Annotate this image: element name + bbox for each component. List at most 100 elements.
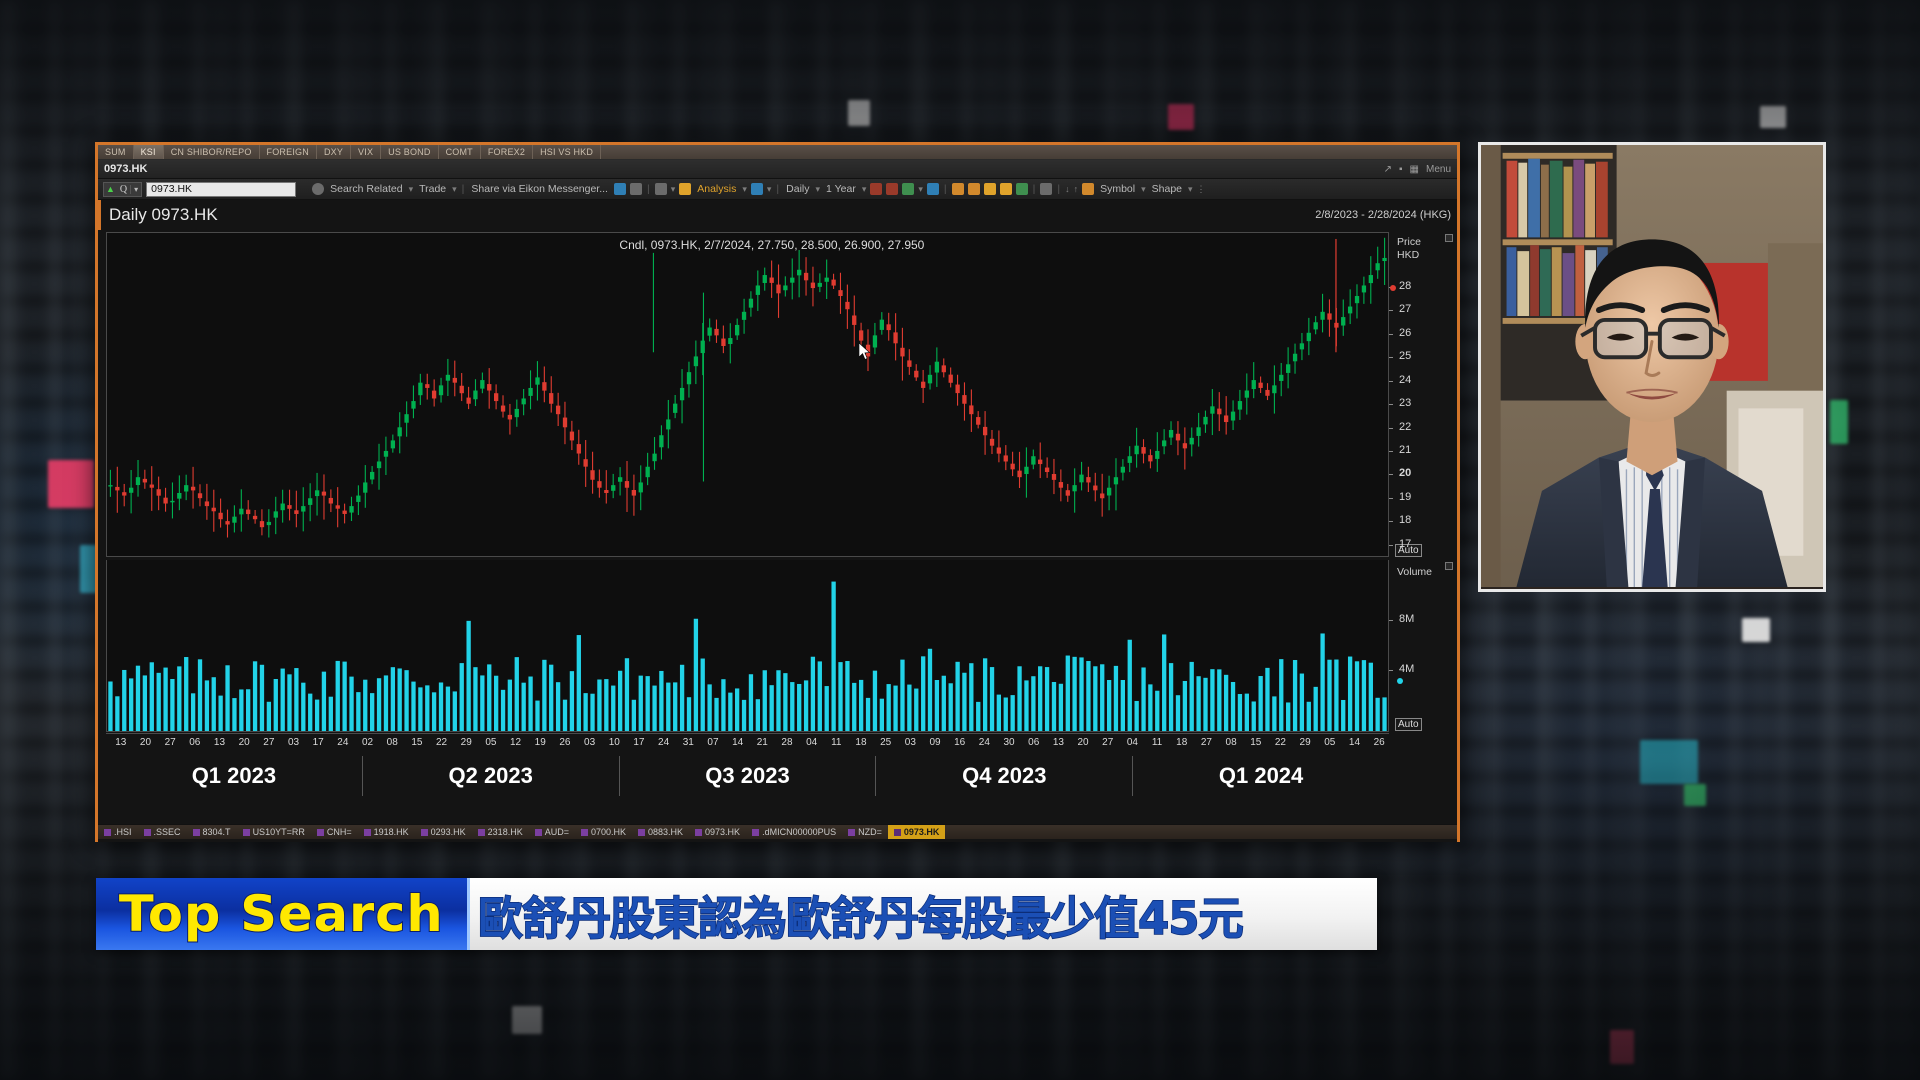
- workspace-tab-strip[interactable]: SUM KSI CN SHIBOR/REPO FOREIGN DXY VIX US BOND…: [98, 145, 1457, 160]
- search-related-chevron-icon[interactable]: ▾: [409, 184, 414, 195]
- undo-icon[interactable]: [613, 183, 626, 195]
- ticker-label: AUD=: [544, 827, 569, 837]
- price-tick-label: 18: [1399, 514, 1412, 527]
- ticker-item[interactable]: .HSI: [98, 825, 138, 839]
- chart-title: Daily 0973.HK: [109, 205, 218, 224]
- symbol-menu-chevron-icon[interactable]: ▾: [1141, 184, 1146, 195]
- workspace-tab-ksi[interactable]: KSI: [133, 145, 164, 159]
- workspace-tab-comt[interactable]: COMT: [439, 145, 481, 159]
- hourglass-icon[interactable]: [999, 183, 1012, 195]
- chevron-down-icon[interactable]: ▾: [130, 184, 141, 194]
- volume-pane[interactable]: [106, 560, 1389, 732]
- workspace-tab-foreign[interactable]: FOREIGN: [260, 145, 317, 159]
- pin-icon[interactable]: ▪: [1399, 164, 1403, 175]
- date-tick-label: 05: [485, 737, 497, 748]
- align-icon[interactable]: [967, 183, 980, 195]
- interval-chevron-icon[interactable]: ▾: [816, 184, 821, 195]
- ticker-item[interactable]: NZD=: [842, 825, 888, 839]
- ticker-item[interactable]: .SSEC: [138, 825, 187, 839]
- analysis-icon[interactable]: [679, 183, 692, 195]
- analysis-chevron-icon[interactable]: ▾: [742, 184, 747, 195]
- price-tick-label: 17: [1399, 537, 1412, 550]
- chart-type-bar-icon[interactable]: [870, 183, 883, 195]
- expand-vertical-icon[interactable]: [983, 183, 996, 195]
- menu-button[interactable]: Menu: [1426, 164, 1451, 175]
- ticker-status-bar[interactable]: .HSI .SSEC 8304.T US10YT=RR CNH= 1918.HK 0293.…: [98, 824, 1457, 839]
- ticker-item[interactable]: US10YT=RR: [237, 825, 311, 839]
- workspace-tab-us-bond[interactable]: US BOND: [381, 145, 439, 159]
- chart-area[interactable]: Daily 0973.HK 2/8/2023 - 2/28/2024 (HKG)…: [98, 200, 1457, 842]
- volume-pane-settings-icon[interactable]: [1445, 562, 1453, 570]
- redo-icon[interactable]: [629, 183, 642, 195]
- price-pane-settings-icon[interactable]: [1445, 234, 1453, 242]
- workspace-tab-hsi-vs-hkd[interactable]: HSI VS HKD: [533, 145, 602, 159]
- arrow-up-icon[interactable]: ↑: [1074, 184, 1079, 194]
- symbol-menu-button[interactable]: Symbol: [1098, 183, 1137, 195]
- workspace-tab-vix[interactable]: VIX: [351, 145, 382, 159]
- candle-style-chevron-icon[interactable]: ▾: [671, 184, 676, 195]
- volume-axis-auto-button[interactable]: Auto: [1395, 718, 1422, 731]
- date-tick-label: 19: [534, 737, 546, 748]
- workspace-tab-dxy[interactable]: DXY: [317, 145, 352, 159]
- shape-menu-button[interactable]: Shape: [1150, 183, 1184, 195]
- window-title-bar[interactable]: 0973.HK ↗ ▪ ▦ Menu: [98, 160, 1457, 179]
- layout-chevron-icon[interactable]: ▾: [767, 184, 772, 195]
- date-tick-label: 24: [978, 737, 990, 748]
- range-button[interactable]: 1 Year: [824, 183, 858, 195]
- quote-type-selector[interactable]: ▲ Q ▾: [103, 181, 143, 197]
- chart-type-line-icon[interactable]: [902, 183, 915, 195]
- trade-button[interactable]: Trade: [417, 183, 448, 195]
- ticker-label: .dMICN00000PUS: [762, 827, 837, 837]
- compare-icon[interactable]: [951, 183, 964, 195]
- grid-icon[interactable]: ▦: [1410, 164, 1419, 175]
- chart-toolbar[interactable]: ▲ Q ▾ Search Related ▾ Trade ▾ | Share v…: [98, 179, 1457, 200]
- ticker-item[interactable]: AUD=: [529, 825, 575, 839]
- crosshair-icon[interactable]: [1040, 183, 1053, 195]
- price-axis[interactable]: Price HKD Auto 28 27 26 25 24 23 22 21 20 19 18 17: [1389, 232, 1457, 558]
- date-axis: 13 20 27 06 13 20 27 03 17 24 02 08 15 22 29 05 12 19 26 03…: [106, 733, 1389, 755]
- overflow-icon[interactable]: ⋮: [1197, 184, 1206, 195]
- price-pane[interactable]: Cndl, 0973.HK, 2/7/2024, 27.750, 28.500,…: [106, 232, 1389, 557]
- bg-blob-pink-3: [1610, 1030, 1634, 1064]
- ticker-item[interactable]: .dMICN00000PUS: [746, 825, 842, 839]
- layout-icon[interactable]: [750, 183, 763, 195]
- share-messenger-button[interactable]: Share via Eikon Messenger...: [469, 183, 610, 195]
- symbol-input[interactable]: [146, 181, 297, 197]
- volume-axis[interactable]: Volume Auto 8M 4M: [1389, 560, 1457, 732]
- range-chevron-icon[interactable]: ▾: [862, 184, 867, 195]
- candle-style-icon[interactable]: [654, 183, 667, 195]
- ticker-item[interactable]: CNH=: [311, 825, 358, 839]
- ticker-item[interactable]: 0883.HK: [632, 825, 689, 839]
- ticker-item[interactable]: 0973.HK: [887, 825, 946, 839]
- arrow-down-icon[interactable]: ↓: [1065, 184, 1070, 194]
- chart-type-chevron-icon[interactable]: ▾: [918, 184, 923, 195]
- chart-type-candle-icon[interactable]: [886, 183, 899, 195]
- bg-blob-white-2: [1760, 106, 1786, 128]
- workspace-tab-sum[interactable]: SUM: [98, 145, 134, 159]
- quarter-axis: Q1 2023 Q2 2023 Q3 2023 Q4 2023 Q1 2024: [106, 756, 1389, 796]
- workspace-tab-cn-shibor-repo[interactable]: CN SHIBOR/REPO: [164, 145, 260, 159]
- trade-chevron-icon[interactable]: ▾: [452, 184, 457, 195]
- bg-blob-pink-1: [1168, 104, 1194, 130]
- ticker-item[interactable]: 0700.HK: [575, 825, 632, 839]
- eikon-window[interactable]: SUM KSI CN SHIBOR/REPO FOREIGN DXY VIX US BOND…: [95, 142, 1460, 842]
- ticker-item[interactable]: 2318.HK: [472, 825, 529, 839]
- search-related-button[interactable]: Search Related: [328, 183, 404, 195]
- snapshot-icon[interactable]: [1015, 183, 1028, 195]
- search-icon[interactable]: [312, 183, 325, 195]
- ticker-item[interactable]: 8304.T: [187, 825, 237, 839]
- ticker-item[interactable]: 0293.HK: [415, 825, 472, 839]
- template-icon[interactable]: [926, 183, 939, 195]
- quote-badge: Q: [119, 183, 128, 195]
- date-tick-label: 10: [608, 737, 620, 748]
- analysis-button[interactable]: Analysis: [695, 183, 738, 195]
- annotation-icon[interactable]: [1082, 183, 1095, 195]
- ticker-item[interactable]: 1918.HK: [358, 825, 415, 839]
- ticker-swatch-icon: [695, 828, 703, 836]
- ticker-item[interactable]: 0973.HK: [689, 825, 746, 839]
- date-tick-label: 08: [1225, 737, 1237, 748]
- shape-menu-chevron-icon[interactable]: ▾: [1188, 184, 1193, 195]
- interval-button[interactable]: Daily: [784, 183, 811, 195]
- popout-icon[interactable]: ↗: [1384, 164, 1392, 175]
- workspace-tab-forex2[interactable]: FOREX2: [481, 145, 534, 159]
